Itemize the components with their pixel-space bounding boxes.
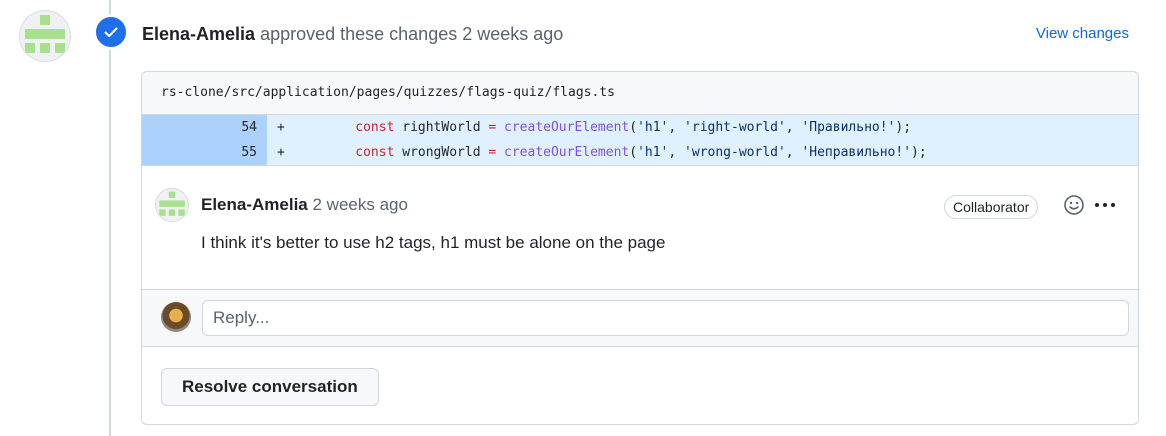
reply-bar bbox=[142, 289, 1138, 347]
review-action: approved these changes bbox=[260, 24, 458, 44]
review-thread: rs-clone/src/application/pages/quizzes/f… bbox=[141, 71, 1139, 425]
identicon-icon bbox=[25, 15, 65, 53]
file-path[interactable]: rs-clone/src/application/pages/quizzes/f… bbox=[142, 72, 1138, 115]
code-keyword: const bbox=[355, 120, 395, 135]
thread-actions: Resolve conversation bbox=[142, 347, 1138, 424]
diff-sign: + bbox=[277, 145, 285, 160]
comment-time[interactable]: 2 weeks ago bbox=[313, 195, 408, 214]
code-variable: rightWorld bbox=[402, 120, 481, 135]
diff-line: 54 + const rightWorld = createOurElement… bbox=[142, 115, 1138, 140]
review-time[interactable]: 2 weeks ago bbox=[462, 24, 563, 44]
code-keyword: const bbox=[355, 145, 395, 160]
comment-meta: Elena-Amelia 2 weeks ago bbox=[201, 194, 408, 216]
code-string: 'wrong-world' bbox=[684, 145, 786, 160]
code-variable: wrongWorld bbox=[402, 145, 481, 160]
comment-author[interactable]: Elena-Amelia bbox=[201, 195, 308, 214]
code-line: + const rightWorld = createOurElement('h… bbox=[267, 115, 1138, 140]
code-function: createOurElement bbox=[504, 145, 630, 160]
code-string: 'right-world' bbox=[684, 120, 786, 135]
code-string: 'h1' bbox=[637, 120, 669, 135]
line-number[interactable]: 54 bbox=[142, 115, 267, 140]
check-icon bbox=[104, 27, 118, 37]
smiley-icon[interactable] bbox=[1063, 194, 1085, 216]
review-comment: Elena-Amelia 2 weeks ago Collaborator I … bbox=[142, 165, 1138, 289]
code-function: createOurElement bbox=[504, 120, 630, 135]
resolve-conversation-button[interactable]: Resolve conversation bbox=[161, 368, 379, 406]
reply-input[interactable] bbox=[202, 300, 1129, 336]
line-number[interactable]: 55 bbox=[142, 140, 267, 165]
diff-sign: + bbox=[277, 120, 285, 135]
review-author[interactable]: Elena-Amelia bbox=[142, 24, 255, 44]
code-string: 'Неправильно!' bbox=[801, 145, 912, 160]
code-string: 'h1' bbox=[637, 145, 669, 160]
view-changes-link[interactable]: View changes bbox=[1036, 24, 1129, 44]
code-operator: = bbox=[488, 120, 497, 135]
code-line: + const wrongWorld = createOurElement('h… bbox=[267, 140, 1138, 165]
current-user-avatar[interactable] bbox=[161, 302, 191, 332]
comment-body: I think it's better to use h2 tags, h1 m… bbox=[201, 233, 666, 252]
reviewer-avatar[interactable] bbox=[19, 10, 71, 62]
identicon-icon bbox=[159, 191, 185, 216]
timeline-line bbox=[109, 0, 111, 436]
review-header: Elena-Amelia approved these changes 2 we… bbox=[142, 22, 563, 46]
code-operator: = bbox=[488, 145, 497, 160]
commenter-avatar[interactable] bbox=[155, 188, 189, 222]
collaborator-badge: Collaborator bbox=[944, 195, 1039, 219]
code-string: 'Правильно!' bbox=[801, 120, 896, 135]
approved-badge bbox=[93, 14, 129, 50]
kebab-horizontal-icon[interactable] bbox=[1093, 194, 1117, 216]
diff-line: 55 + const wrongWorld = createOurElement… bbox=[142, 140, 1138, 165]
